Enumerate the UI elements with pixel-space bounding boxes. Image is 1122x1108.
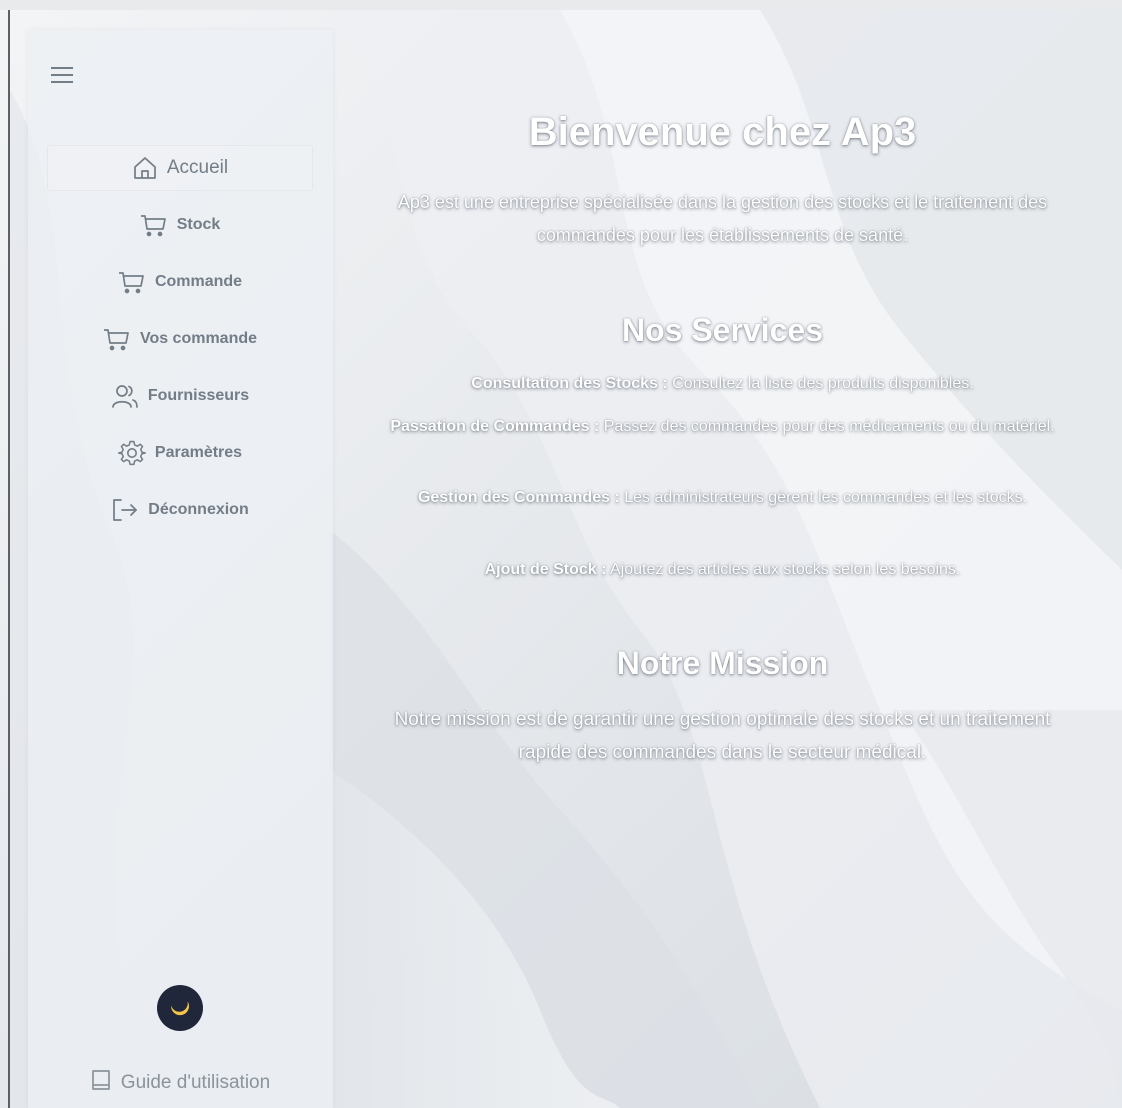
service-name: Consultation des Stocks : bbox=[471, 375, 668, 392]
service-name: Gestion des Commandes : bbox=[417, 489, 620, 506]
sidebar-item-label: Paramètres bbox=[154, 444, 243, 461]
sidebar-item-stock[interactable]: Stock bbox=[47, 202, 313, 248]
hamburger-icon[interactable] bbox=[49, 64, 75, 86]
window-edge bbox=[8, 10, 10, 1108]
sidebar-item-label: Stock bbox=[176, 216, 221, 233]
services-heading: Nos Services bbox=[621, 312, 823, 348]
gear-icon bbox=[117, 439, 146, 467]
app-window: Accueil Stock Commande Vos commande Four… bbox=[0, 10, 1122, 1108]
mission-text: Notre mission est de garantir une gestio… bbox=[394, 709, 1051, 763]
sidebar-item-label: Déconnexion bbox=[148, 501, 249, 518]
service-description: Les administrateurs gèrent les commandes… bbox=[624, 489, 1028, 506]
sidebar-item-fournisseurs[interactable]: Fournisseurs bbox=[47, 373, 313, 419]
logout-icon bbox=[111, 497, 139, 523]
mission-heading: Notre Mission bbox=[616, 645, 829, 681]
user-guide-link[interactable]: Guide d'utilisation bbox=[28, 1070, 333, 1096]
sidebar-item-label: Accueil bbox=[166, 157, 229, 178]
sidebar-item-vos-commande[interactable]: Vos commande bbox=[47, 316, 313, 362]
service-description: Consultez la liste des produits disponib… bbox=[672, 375, 974, 392]
cart-icon bbox=[103, 326, 131, 352]
cart-icon bbox=[140, 212, 168, 238]
page-title: Bienvenue chez Ap3 bbox=[528, 110, 917, 154]
sidebar-item-label: Vos commande bbox=[139, 330, 258, 347]
sidebar-item-commande[interactable]: Commande bbox=[47, 259, 313, 305]
service-name: Ajout de Stock : bbox=[484, 561, 607, 578]
service-item: Ajout de Stock : Ajoutez des articles au… bbox=[370, 556, 1075, 584]
service-item: Passation de Commandes : Passez des comm… bbox=[370, 413, 1075, 441]
book-icon bbox=[91, 1069, 111, 1097]
cart-icon bbox=[118, 269, 146, 295]
home-icon bbox=[132, 155, 158, 181]
sidebar-item-label: Fournisseurs bbox=[147, 387, 250, 404]
service-description: Passez des commandes pour des médicament… bbox=[603, 418, 1055, 435]
sidebar-item-accueil[interactable]: Accueil bbox=[47, 145, 313, 191]
theme-toggle-button[interactable] bbox=[157, 985, 203, 1031]
service-description: Ajoutez des articles aux stocks selon le… bbox=[609, 561, 961, 578]
sidebar-item-label: Commande bbox=[154, 273, 243, 290]
sidebar-item-parametres[interactable]: Paramètres bbox=[47, 430, 313, 476]
service-name: Passation de Commandes : bbox=[390, 418, 600, 435]
moon-icon bbox=[169, 995, 191, 1022]
sidebar: Accueil Stock Commande Vos commande Four… bbox=[28, 30, 333, 1108]
users-icon bbox=[111, 383, 139, 409]
service-item: Gestion des Commandes : Les administrate… bbox=[370, 484, 1075, 512]
sidebar-item-deconnexion[interactable]: Déconnexion bbox=[47, 487, 313, 533]
guide-label: Guide d'utilisation bbox=[120, 1072, 271, 1093]
service-item: Consultation des Stocks : Consultez la l… bbox=[370, 370, 1075, 398]
intro-text: Ap3 est une entreprise spécialisée dans … bbox=[397, 192, 1048, 245]
